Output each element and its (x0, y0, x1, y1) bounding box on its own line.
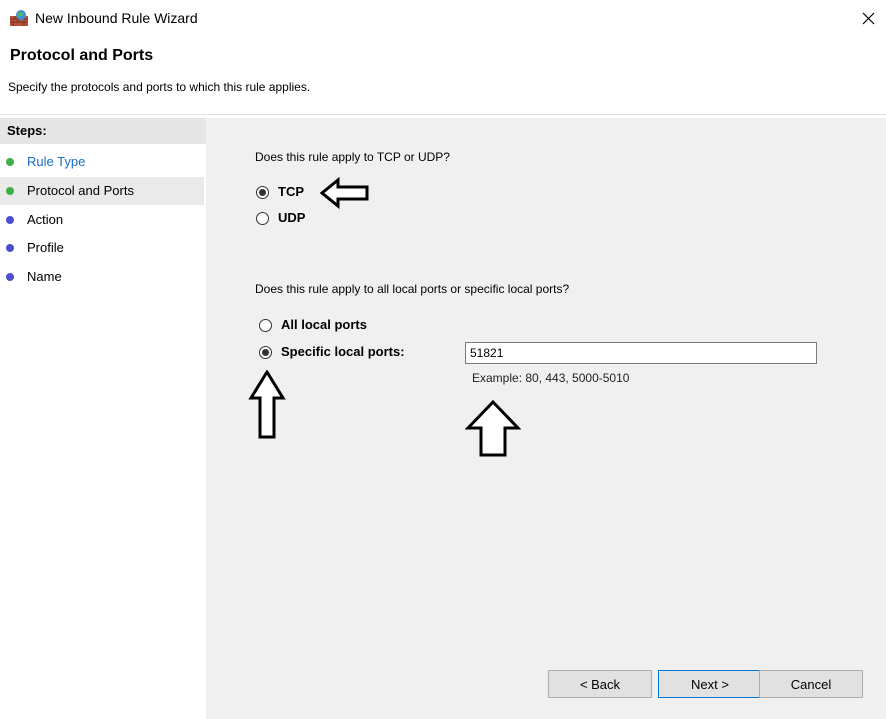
radio-indicator (259, 319, 272, 332)
local-ports-input[interactable] (465, 342, 817, 364)
radio-indicator (259, 346, 272, 359)
step-protocol-and-ports[interactable]: Protocol and Ports (0, 177, 204, 205)
step-status-icon (6, 158, 14, 166)
left-arrow-annotation-icon (320, 177, 369, 209)
radio-indicator (256, 186, 269, 199)
window-title: New Inbound Rule Wizard (35, 10, 198, 26)
radio-label: Specific local ports: (281, 344, 405, 359)
up-arrow-annotation-icon (248, 370, 286, 439)
step-label: Profile (27, 240, 64, 255)
page-description: Specify the protocols and ports to which… (8, 80, 311, 94)
step-status-icon (6, 216, 14, 224)
step-action[interactable]: Action (0, 206, 204, 234)
step-status-icon (6, 244, 14, 252)
radio-indicator (256, 212, 269, 225)
step-status-icon (6, 273, 14, 281)
step-label: Action (27, 212, 64, 227)
up-arrow-annotation-icon (465, 400, 521, 457)
firewall-icon (9, 9, 29, 27)
title-bar: New Inbound Rule Wizard (0, 0, 886, 38)
steps-panel: Steps: Rule Type Protocol and Ports Acti… (0, 118, 206, 719)
radio-label: UDP (278, 210, 306, 225)
next-button[interactable]: Next > (658, 670, 762, 698)
step-label: Name (27, 269, 62, 284)
radio-label: TCP (278, 184, 304, 199)
header-divider (0, 114, 886, 115)
step-rule-type[interactable]: Rule Type (0, 148, 204, 176)
close-button[interactable] (850, 0, 886, 38)
step-profile[interactable]: Profile (0, 234, 204, 262)
ports-question: Does this rule apply to all local ports … (255, 282, 570, 296)
step-label: Rule Type (27, 154, 86, 169)
back-button[interactable]: < Back (548, 670, 652, 698)
step-status-icon (6, 187, 14, 195)
step-label: Protocol and Ports (27, 183, 134, 198)
step-name[interactable]: Name (0, 263, 204, 291)
content-pane: Does this rule apply to TCP or UDP? TCP … (208, 118, 886, 719)
cancel-button[interactable]: Cancel (759, 670, 863, 698)
ports-example-hint: Example: 80, 443, 5000-5010 (472, 371, 630, 385)
close-icon (862, 12, 875, 25)
radio-label: All local ports (281, 317, 367, 332)
protocol-question: Does this rule apply to TCP or UDP? (255, 150, 450, 164)
page-title: Protocol and Ports (10, 47, 154, 64)
steps-heading: Steps: (0, 118, 206, 144)
